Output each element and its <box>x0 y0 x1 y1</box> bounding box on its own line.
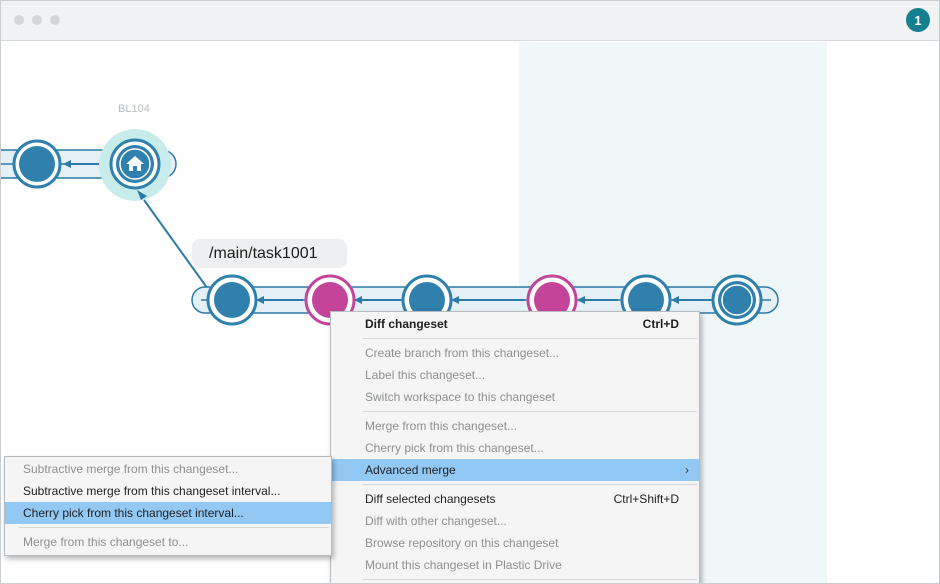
menu-item-cherry-pick[interactable]: Cherry pick from this changeset... <box>331 437 699 459</box>
menu-item-mount-plastic-drive[interactable]: Mount this changeset in Plastic Drive <box>331 554 699 576</box>
submenu-item-subtractive-merge-interval[interactable]: Subtractive merge from this changeset in… <box>5 480 331 502</box>
label-name: BL104 <box>118 103 150 115</box>
changeset-context-menu: Diff changeset Ctrl+D Create branch from… <box>330 311 700 583</box>
menu-shortcut: Ctrl+Shift+D <box>613 492 679 506</box>
branch-name-pill[interactable]: /main/task1001 <box>192 239 347 268</box>
menu-separator <box>19 527 329 528</box>
window-minimize-dot[interactable] <box>32 15 42 25</box>
chevron-right-icon: › <box>685 463 689 477</box>
menu-shortcut: Ctrl+D <box>642 317 679 331</box>
notification-badge[interactable]: 1 <box>906 8 930 32</box>
window-maximize-dot[interactable] <box>50 15 60 25</box>
submenu-item-merge-to[interactable]: Merge from this changeset to... <box>5 531 331 553</box>
menu-item-browse-repository[interactable]: Browse repository on this changeset <box>331 532 699 554</box>
menu-separator <box>363 338 697 339</box>
submenu-item-cherry-pick-interval[interactable]: Cherry pick from this changeset interval… <box>5 502 331 524</box>
menu-item-label-changeset[interactable]: Label this changeset... <box>331 364 699 386</box>
changeset-task-head[interactable] <box>711 274 763 326</box>
menu-item-diff-selected[interactable]: Diff selected changesets Ctrl+Shift+D <box>331 488 699 510</box>
title-bar: 1 <box>1 1 939 41</box>
menu-item-create-branch[interactable]: Create branch from this changeset... <box>331 342 699 364</box>
menu-item-diff-other[interactable]: Diff with other changeset... <box>331 510 699 532</box>
changeset-task-1[interactable] <box>206 274 258 326</box>
menu-item-diff-changeset[interactable]: Diff changeset Ctrl+D <box>331 313 699 335</box>
menu-item-merge-from[interactable]: Merge from this changeset... <box>331 415 699 437</box>
menu-item-label: Diff changeset <box>365 317 448 331</box>
menu-item-label: Advanced merge <box>365 463 456 477</box>
menu-separator <box>363 579 697 580</box>
menu-separator <box>363 411 697 412</box>
menu-separator <box>363 484 697 485</box>
advanced-merge-submenu: Subtractive merge from this changeset...… <box>4 456 332 556</box>
submenu-item-subtractive-merge[interactable]: Subtractive merge from this changeset... <box>5 458 331 480</box>
menu-item-label: Diff selected changesets <box>365 492 496 506</box>
changeset-main-1[interactable] <box>12 139 62 189</box>
app-window: 1 BL104 /main/task1001 Diff changeset Ct… <box>0 0 940 584</box>
menu-item-advanced-merge[interactable]: Advanced merge › <box>331 459 699 481</box>
menu-item-switch-workspace[interactable]: Switch workspace to this changeset <box>331 386 699 408</box>
window-close-dot[interactable] <box>14 15 24 25</box>
